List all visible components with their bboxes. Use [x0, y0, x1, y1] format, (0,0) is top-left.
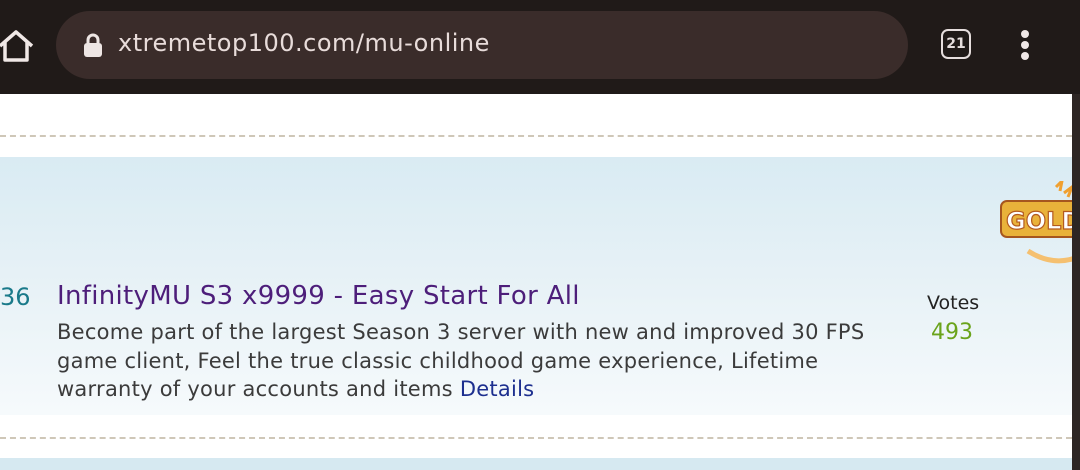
rank-number: 36 [0, 283, 31, 311]
home-icon[interactable] [0, 26, 36, 66]
details-link[interactable]: Details [460, 377, 535, 401]
server-description: Become part of the largest Season 3 serv… [57, 318, 897, 404]
votes-label: Votes [927, 292, 980, 314]
server-listing: GOLD 36 InfinityMU S3 x9999 - Easy Start… [0, 157, 1072, 415]
votes-count: 493 [931, 320, 973, 345]
divider [0, 135, 1072, 137]
url-text: xtremetop100.com/mu-online [118, 29, 490, 57]
lock-icon [84, 33, 102, 57]
divider [0, 437, 1072, 439]
address-bar[interactable]: xtremetop100.com/mu-online [56, 11, 908, 79]
page-content: GOLD 36 InfinityMU S3 x9999 - Easy Start… [0, 94, 1072, 470]
browser-toolbar: xtremetop100.com/mu-online 21 [0, 0, 1080, 92]
tab-count: 21 [946, 36, 966, 52]
next-listing-edge [0, 458, 1072, 470]
tab-switcher-button[interactable]: 21 [941, 29, 971, 59]
scrollbar[interactable] [1072, 94, 1080, 470]
server-title-link[interactable]: InfinityMU S3 x9999 - Easy Start For All [57, 281, 580, 311]
gold-badge-text: GOLD [1006, 207, 1072, 235]
more-options-icon[interactable] [1010, 28, 1040, 62]
gold-badge-icon: GOLD [1000, 181, 1072, 264]
